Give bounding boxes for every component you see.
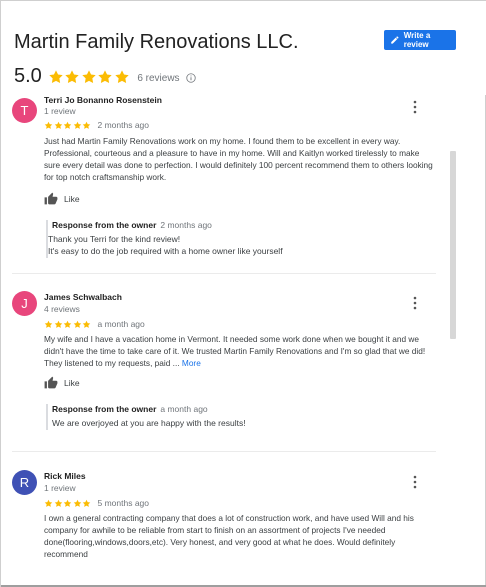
reviewer-meta: 1 review [44, 483, 76, 493]
owner-response: Response from the owner 2 months ago Than… [46, 220, 438, 258]
star-icon [44, 121, 53, 129]
more-options-icon[interactable] [412, 475, 418, 489]
review-text: My wife and I have a vacation home in Ve… [44, 333, 436, 369]
reviewer-meta: 4 reviews [44, 304, 80, 314]
avatar[interactable]: T [12, 98, 37, 123]
star-icon [63, 121, 72, 129]
review-item: J James Schwalbach 4 reviews a month ago… [12, 291, 436, 441]
avatar[interactable]: R [12, 470, 37, 495]
panel-header: Martin Family Renovations LLC. Write a r… [1, 1, 486, 95]
star-icon [54, 320, 62, 328]
review-rating: 5 months ago [44, 498, 149, 508]
review-date: 2 months ago [97, 120, 150, 130]
thumbs-up-icon [44, 192, 58, 205]
reviewer-name[interactable]: Rick Miles [44, 471, 86, 481]
reviews-panel: Martin Family Renovations LLC. Write a r… [0, 0, 486, 587]
owner-response-date: a month ago [160, 404, 208, 414]
star-icon [54, 121, 62, 129]
owner-response: Response from the owner a month ago We ar… [46, 404, 438, 430]
owner-response-text: Thank you Terri for the kind review! [48, 234, 181, 244]
scrollbar-thumb[interactable] [450, 151, 456, 339]
avatar[interactable]: J [12, 291, 37, 316]
review-count[interactable]: 6 reviews [137, 73, 179, 84]
business-title: Martin Family Renovations LLC. [14, 31, 299, 53]
review-date: a month ago [97, 319, 145, 329]
thumbs-up-icon [44, 376, 58, 389]
overall-stars [48, 69, 131, 85]
review-text: Just had Martin Family Renovations work … [44, 136, 433, 183]
review-item: R Rick Miles 1 review 5 months ago I own… [12, 470, 436, 587]
star-icon [115, 69, 129, 83]
star-icon [82, 499, 91, 507]
star-icon [82, 320, 91, 328]
review-rating: a month ago [44, 319, 145, 329]
star-icon [65, 69, 79, 83]
write-review-button[interactable]: Write a review [384, 30, 456, 50]
more-options-icon[interactable] [412, 296, 418, 310]
star-icon [49, 69, 63, 83]
owner-response-date: 2 months ago [160, 220, 212, 230]
star-icon [63, 499, 72, 507]
pencil-icon [391, 36, 399, 44]
reviewer-meta: 1 review [44, 106, 76, 116]
star-icon [82, 121, 91, 129]
star-icon [73, 499, 81, 507]
info-icon[interactable] [185, 73, 196, 83]
owner-response-text: It's easy to do the job required with a … [48, 246, 283, 256]
more-link[interactable]: More [182, 358, 201, 368]
owner-response-text: We are overjoyed at you are happy with t… [52, 418, 246, 428]
review-date: 5 months ago [97, 498, 150, 508]
divider [12, 451, 436, 452]
rating-value: 5.0 [14, 65, 42, 87]
star-icon [82, 69, 96, 83]
owner-response-label: Response from the owner [52, 220, 157, 230]
review-item: T Terri Jo Bonanno Rosenstein 1 review 2… [12, 95, 438, 268]
more-options-icon[interactable] [412, 100, 418, 114]
divider [12, 273, 436, 274]
star-icon [73, 121, 81, 129]
like-button[interactable]: Like [44, 376, 80, 389]
like-button[interactable]: Like [44, 192, 80, 205]
star-icon [44, 499, 53, 507]
write-review-label: Write a review [403, 31, 431, 49]
star-icon [54, 499, 62, 507]
reviewer-name[interactable]: James Schwalbach [44, 292, 122, 302]
like-label: Like [64, 377, 80, 388]
review-rating: 2 months ago [44, 120, 149, 130]
review-text-body: My wife and I have a vacation home in Ve… [44, 334, 426, 369]
owner-response-header: Response from the owner 2 months ago [52, 220, 212, 230]
owner-response-header: Response from the owner a month ago [52, 404, 208, 414]
star-icon [63, 320, 72, 328]
reviewer-name[interactable]: Terri Jo Bonanno Rosenstein [44, 95, 162, 105]
owner-response-label: Response from the owner [52, 404, 157, 414]
star-icon [98, 69, 112, 83]
like-label: Like [64, 193, 80, 204]
review-text: I own a general contracting company that… [44, 513, 414, 560]
star-icon [73, 320, 81, 328]
star-icon [44, 320, 53, 328]
overall-rating: 5.0 6 reviews [14, 65, 196, 88]
reviews-list[interactable]: T Terri Jo Bonanno Rosenstein 1 review 2… [1, 95, 486, 587]
